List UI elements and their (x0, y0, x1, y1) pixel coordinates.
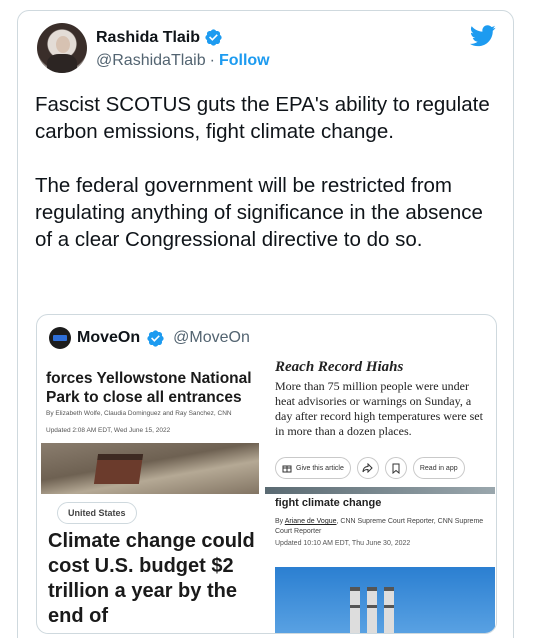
author-name[interactable]: Rashida Tlaib (96, 29, 200, 47)
quoted-author-handle[interactable]: @MoveOn (173, 329, 250, 347)
media-panel-top-right[interactable]: Reach Record Highs More than 75 million … (265, 359, 495, 494)
byline-author-link[interactable]: Ariane de Vogue (285, 518, 337, 525)
flood-photo (41, 443, 259, 494)
smokestacks-photo (275, 567, 495, 633)
article-cut-title: fight climate change (275, 497, 382, 509)
quoted-tweet-header: MoveOn @MoveOn (49, 327, 250, 349)
twitter-bird-icon[interactable] (470, 25, 496, 47)
article-updated: Updated 10:10 AM EDT, Thu June 30, 2022 (275, 540, 411, 547)
article-headline: forces Yellowstone National Park to clos… (46, 370, 252, 406)
gift-icon (282, 465, 292, 473)
read-in-app-label: Read in app (419, 464, 458, 472)
author-handle-row: @RashidaTlaib · Follow (96, 52, 270, 70)
verified-badge-icon (205, 29, 222, 46)
article-headline: Climate change could cost U.S. budget $2… (48, 530, 255, 627)
bookmark-button[interactable] (384, 457, 407, 479)
article-byline: By Elizabeth Wolfe, Claudia Dominguez an… (46, 410, 232, 417)
house-photo-detail (93, 454, 144, 484)
byline-prefix: By (275, 518, 285, 525)
author-handle[interactable]: @RashidaTlaib (96, 52, 206, 70)
article-updated: Updated 2:08 AM EDT, Wed June 15, 2022 (46, 427, 171, 434)
quoted-author-name[interactable]: MoveOn (77, 329, 140, 347)
author-name-row: Rashida Tlaib (96, 28, 223, 47)
tweet-text: Fascist SCOTUS guts the EPA's ability to… (35, 93, 490, 251)
article-byline: By Ariane de Vogue, CNN Supreme Court Re… (275, 517, 490, 537)
media-panel-top-left[interactable]: forces Yellowstone National Park to clos… (41, 359, 259, 494)
share-icon (362, 463, 374, 473)
avatar[interactable] (37, 23, 87, 73)
article-actions: Give this article Read in app (275, 457, 465, 479)
tweet-card: Rashida Tlaib @RashidaTlaib · Follow Fas… (17, 10, 514, 638)
quoted-tweet[interactable]: MoveOn @MoveOn forces Yellowstone Nation… (36, 314, 497, 634)
give-article-label: Give this article (296, 464, 344, 472)
media-panel-bottom-right[interactable]: fight climate change By Ariane de Vogue,… (267, 495, 495, 633)
article-summary: More than 75 million people were under h… (275, 379, 483, 438)
bookmark-icon (392, 463, 400, 474)
separator: · (209, 52, 215, 69)
share-button[interactable] (356, 457, 379, 479)
moveon-avatar[interactable] (49, 327, 71, 349)
read-in-app-button[interactable]: Read in app (412, 457, 465, 479)
media-panel-bottom-left[interactable]: United States Climate change could cost … (41, 495, 266, 633)
verified-badge-icon (147, 329, 164, 347)
article-cut-title: Reach Record Highs (275, 361, 404, 371)
section-tag[interactable]: United States (57, 502, 137, 524)
image-strip (265, 487, 495, 494)
give-article-button[interactable]: Give this article (275, 457, 351, 479)
follow-button[interactable]: Follow (219, 52, 270, 70)
